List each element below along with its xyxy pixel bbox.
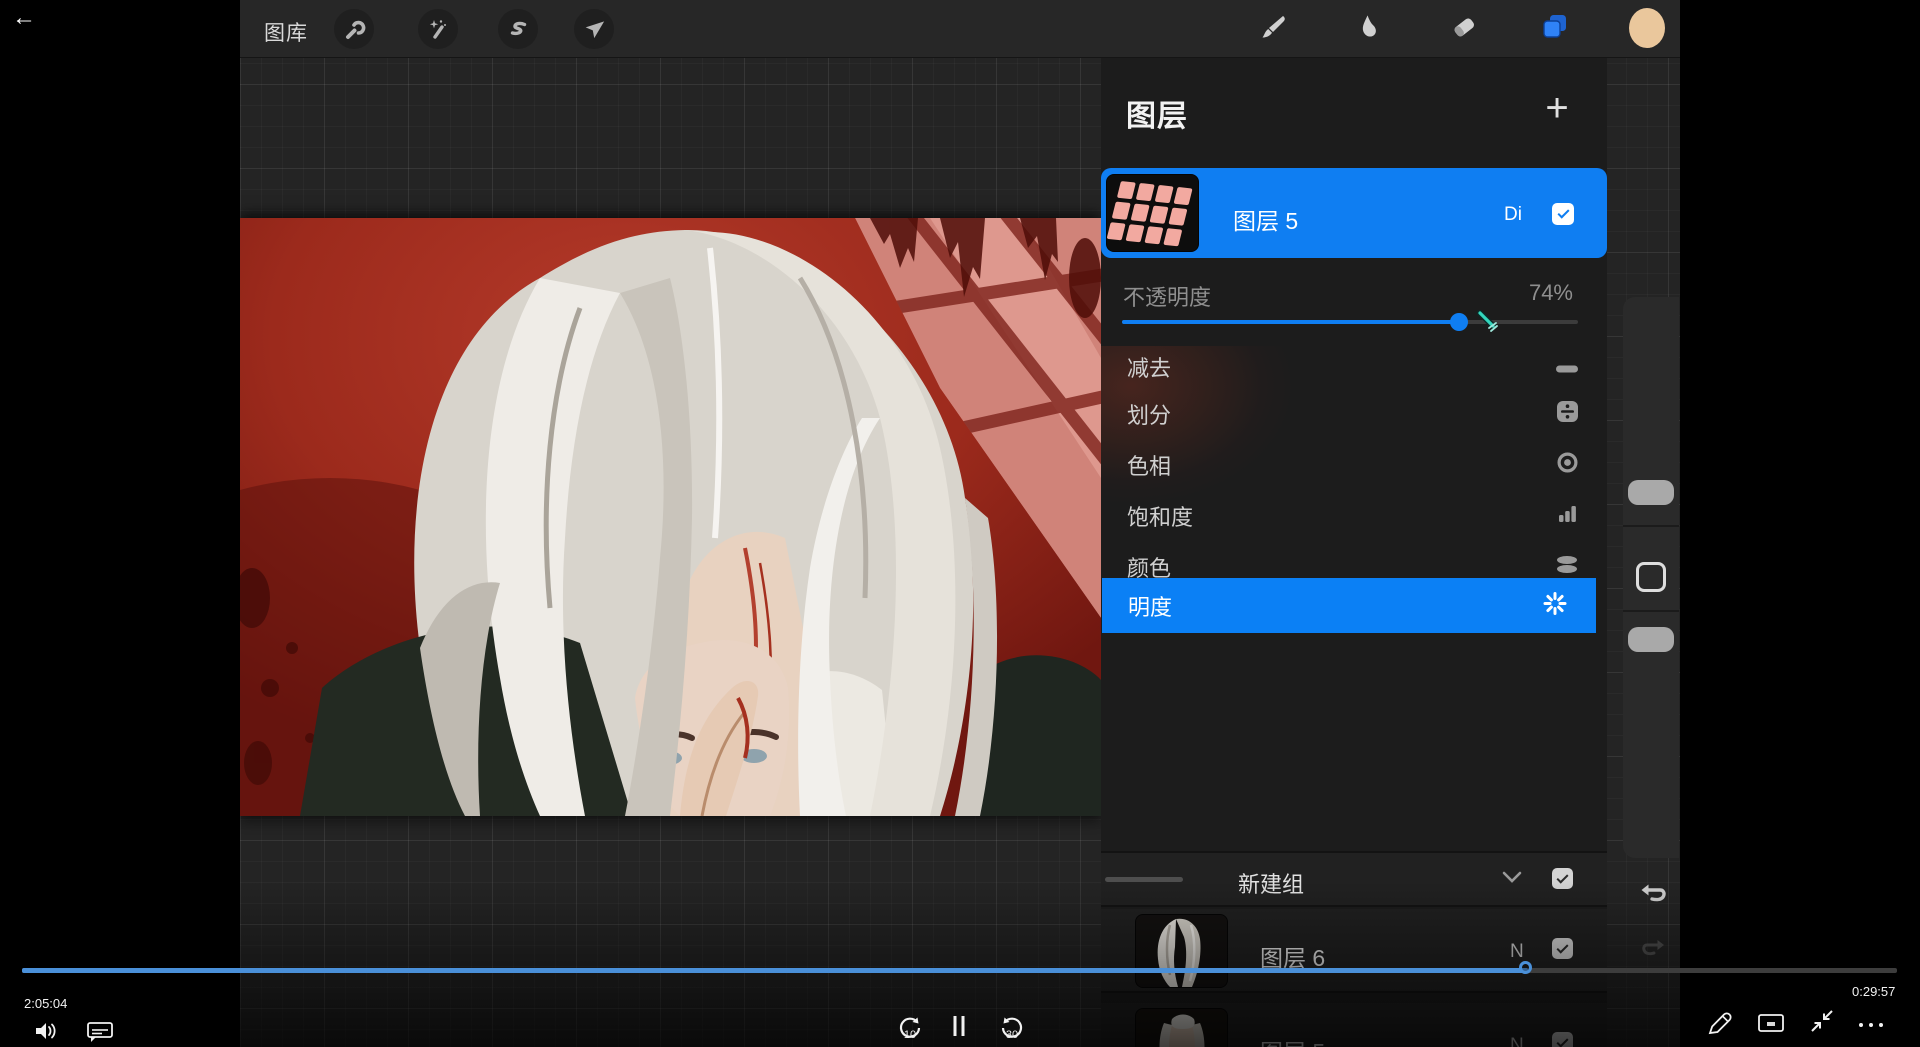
transform-arrow-icon <box>582 17 606 41</box>
blend-mode-badge[interactable]: Di <box>1504 204 1522 226</box>
drag-handle[interactable] <box>1105 877 1183 882</box>
wrench-icon <box>342 17 366 41</box>
smudge-tool-button[interactable] <box>1353 14 1383 44</box>
captions-icon <box>86 1021 114 1047</box>
layer-visibility-checkbox[interactable] <box>1552 1032 1573 1047</box>
speaker-icon <box>34 1020 62 1047</box>
seek-bar[interactable] <box>22 968 1897 973</box>
hue-icon <box>1557 452 1578 478</box>
layer-name: 图层 5 <box>1233 202 1298 236</box>
current-time: 2:05:04 <box>24 996 67 1011</box>
keyboard-icon <box>1757 1013 1785 1038</box>
layers-icon <box>1540 12 1570 47</box>
layer-thumbnail <box>1135 1008 1228 1047</box>
sidebar-controls <box>1623 297 1679 858</box>
selection-button[interactable] <box>498 9 538 49</box>
redo-icon <box>1640 947 1668 964</box>
layers-panel-button[interactable] <box>1540 14 1570 44</box>
brush-tool-button[interactable] <box>1258 14 1288 44</box>
modify-button[interactable] <box>1636 562 1666 592</box>
group-name: 新建组 <box>1238 867 1304 899</box>
layer-visibility-checkbox[interactable] <box>1552 203 1574 225</box>
blend-mode-badge[interactable]: N <box>1510 941 1524 963</box>
rewind-seconds: 10 <box>896 1029 924 1041</box>
opacity-value: 74% <box>1529 280 1573 306</box>
check-icon <box>1556 871 1568 883</box>
chevron-down-icon[interactable] <box>1501 869 1523 890</box>
layer-name: 图层 5 <box>1260 1033 1325 1047</box>
blend-mode-row[interactable]: 划分 <box>1101 388 1607 439</box>
blend-mode-row-selected[interactable]: 明度 <box>1102 578 1596 633</box>
color-icon <box>1556 554 1578 580</box>
pointer-cursor-icon <box>1477 310 1503 336</box>
layer-thumbnail <box>1106 174 1199 252</box>
smudge-icon <box>1354 13 1382 46</box>
blend-mode-row-partial[interactable]: 减去 <box>1101 346 1607 385</box>
brush-size-slider-handle[interactable] <box>1628 480 1674 505</box>
eraser-tool-button[interactable] <box>1449 14 1479 44</box>
gallery-button[interactable]: 图库 <box>264 17 308 47</box>
pip-keyboard-button[interactable] <box>1757 1015 1785 1035</box>
redo-button[interactable] <box>1640 936 1670 964</box>
divide-icon <box>1557 401 1578 427</box>
opacity-slider-fill <box>1122 320 1459 324</box>
undo-icon <box>1638 895 1668 912</box>
group-row[interactable]: 新建组 <box>1101 851 1607 907</box>
sidebar-divider <box>1623 610 1679 612</box>
eraser-icon <box>1450 13 1478 46</box>
group-visibility-checkbox[interactable] <box>1552 868 1573 889</box>
luminosity-icon <box>1543 591 1567 620</box>
ellipsis-icon <box>1859 1023 1883 1027</box>
opacity-slider[interactable] <box>1122 320 1578 324</box>
shrink-icon <box>1808 1007 1836 1040</box>
check-icon <box>1556 1035 1568 1047</box>
forward-30-button[interactable]: 30 <box>998 1014 1026 1042</box>
color-swatch[interactable] <box>1629 8 1665 48</box>
blend-mode-badge[interactable]: N <box>1510 1035 1524 1047</box>
layer-thumbnail <box>1135 914 1228 988</box>
selection-s-icon <box>506 17 530 41</box>
add-layer-button[interactable]: + <box>1535 88 1579 132</box>
sidebar-divider <box>1623 525 1679 527</box>
adjustments-wand-icon <box>426 17 450 41</box>
layers-panel-title: 图层 <box>1126 91 1188 135</box>
annotate-button[interactable] <box>1705 1010 1735 1040</box>
procreate-toolbar: 图库 <box>240 0 1680 58</box>
captions-button[interactable] <box>86 1023 114 1045</box>
page: 图库 <box>0 0 1920 1047</box>
opacity-slider-thumb[interactable] <box>1450 313 1468 331</box>
minus-icon <box>1556 365 1578 372</box>
layer-row[interactable]: 图层 6 N <box>1101 909 1607 993</box>
check-icon <box>1556 941 1568 953</box>
layer-row[interactable]: 图层 5 N <box>1101 1003 1607 1047</box>
adjustments-button[interactable] <box>418 9 458 49</box>
brush-opacity-slider-handle[interactable] <box>1628 627 1674 652</box>
blend-mode-row[interactable]: 饱和度 <box>1101 490 1607 541</box>
saturation-icon <box>1557 503 1578 529</box>
transform-button[interactable] <box>574 9 614 49</box>
remaining-time: 0:29:57 <box>1852 984 1895 999</box>
back-button[interactable]: ← <box>12 4 36 32</box>
seek-bar-thumb[interactable] <box>1519 961 1532 974</box>
rewind-10-button[interactable]: 10 <box>896 1014 924 1042</box>
opacity-label: 不透明度 <box>1123 280 1211 312</box>
more-options-button[interactable] <box>1856 1020 1886 1030</box>
forward-seconds: 30 <box>998 1029 1026 1041</box>
volume-button[interactable] <box>34 1022 62 1044</box>
layer-visibility-checkbox[interactable] <box>1552 938 1573 959</box>
blend-mode-row[interactable]: 色相 <box>1101 439 1607 490</box>
exit-fullscreen-button[interactable] <box>1808 1009 1836 1037</box>
undo-button[interactable] <box>1638 880 1668 908</box>
pencil-icon <box>1705 1008 1735 1043</box>
actions-button[interactable] <box>334 9 374 49</box>
brush-icon <box>1259 13 1287 46</box>
layer-row-selected[interactable]: 图层 5 Di <box>1101 168 1607 258</box>
pause-button[interactable] <box>948 1014 970 1042</box>
seek-bar-progress <box>22 968 1528 973</box>
layers-panel: 图层 + 图层 5 Di 不透明度 74% 减去 <box>1101 58 1607 1047</box>
pause-icon <box>948 1012 970 1045</box>
blend-mode-list: 减去 划分 色相 饱和度 <box>1101 346 1607 693</box>
check-icon <box>1557 207 1569 219</box>
artwork-canvas[interactable] <box>240 218 1101 816</box>
